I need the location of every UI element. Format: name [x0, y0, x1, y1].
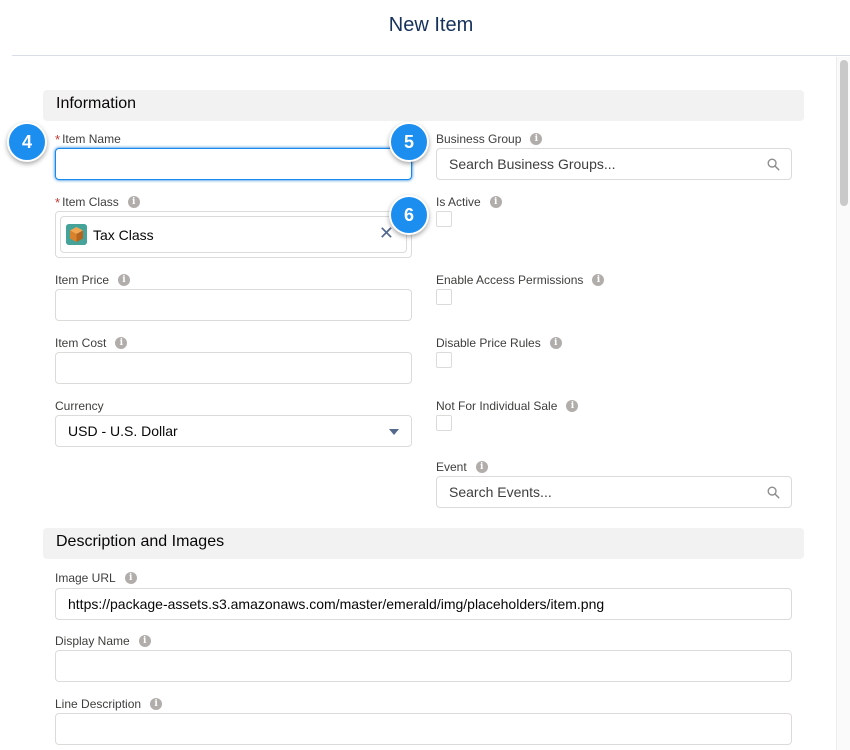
- business-group-placeholder: Search Business Groups...: [449, 156, 616, 172]
- event-search-input[interactable]: Search Events...: [436, 476, 792, 508]
- currency-label: Currency: [55, 399, 104, 413]
- event-placeholder: Search Events...: [449, 484, 552, 500]
- item-cost-label: Item Cost i: [55, 336, 128, 350]
- enable-access-permissions-label: Enable Access Permissions i: [436, 273, 605, 287]
- business-group-search-input[interactable]: Search Business Groups...: [436, 148, 792, 180]
- image-url-label: Image URL i: [55, 571, 137, 585]
- search-icon[interactable]: [767, 486, 780, 499]
- info-icon[interactable]: i: [118, 274, 131, 286]
- info-icon[interactable]: i: [592, 274, 605, 286]
- section-information: Information: [43, 90, 804, 121]
- header-divider: [12, 55, 850, 56]
- display-name-label-text: Display Name: [55, 634, 130, 648]
- callout-5: 5: [389, 122, 429, 162]
- currency-label-text: Currency: [55, 399, 104, 413]
- item-cost-input[interactable]: [55, 352, 412, 384]
- not-for-individual-sale-label-text: Not For Individual Sale: [436, 399, 558, 413]
- section-title: Information: [56, 95, 137, 112]
- info-icon[interactable]: i: [127, 196, 140, 208]
- not-for-individual-sale-label: Not For Individual Sale i: [436, 399, 579, 413]
- callout-4: 4: [7, 122, 47, 162]
- event-label-text: Event: [436, 460, 467, 474]
- currency-value: USD - U.S. Dollar: [68, 423, 178, 439]
- info-icon[interactable]: i: [489, 196, 502, 208]
- required-mark: *: [55, 131, 61, 147]
- item-class-label-text: Item Class: [62, 195, 119, 209]
- info-icon[interactable]: i: [475, 461, 488, 473]
- disable-price-rules-checkbox[interactable]: [436, 352, 452, 368]
- chevron-down-icon: [389, 429, 399, 435]
- business-group-label-text: Business Group: [436, 132, 522, 146]
- image-url-label-text: Image URL: [55, 571, 116, 585]
- image-url-input[interactable]: https://package-assets.s3.amazonaws.com/…: [55, 588, 792, 620]
- search-icon[interactable]: [767, 158, 780, 171]
- scrollbar-thumb[interactable]: [840, 60, 848, 206]
- scrollbar[interactable]: [836, 57, 850, 750]
- info-icon[interactable]: i: [566, 400, 579, 412]
- item-name-label-text: Item Name: [62, 132, 121, 146]
- disable-price-rules-label: Disable Price Rules i: [436, 336, 562, 350]
- business-group-label: Business Group i: [436, 132, 543, 146]
- item-price-label-text: Item Price: [55, 273, 110, 287]
- display-name-input[interactable]: [55, 650, 792, 682]
- item-class-pill-label: Tax Class: [93, 227, 154, 243]
- item-price-label: Item Price i: [55, 273, 131, 287]
- item-cost-label-text: Item Cost: [55, 336, 107, 350]
- event-label: Event i: [436, 460, 488, 474]
- line-description-input[interactable]: [55, 713, 792, 745]
- info-icon[interactable]: i: [115, 337, 128, 349]
- item-name-label: * Item Name: [55, 131, 121, 147]
- modal-title: New Item: [388, 14, 474, 36]
- currency-select[interactable]: USD - U.S. Dollar: [55, 415, 412, 447]
- box-icon: [66, 224, 87, 245]
- disable-price-rules-label-text: Disable Price Rules: [436, 336, 541, 350]
- display-name-label: Display Name i: [55, 634, 151, 648]
- info-icon[interactable]: i: [530, 133, 543, 145]
- info-icon[interactable]: i: [124, 572, 137, 584]
- info-icon[interactable]: i: [549, 337, 562, 349]
- required-mark: *: [55, 194, 61, 210]
- item-price-input[interactable]: [55, 289, 412, 321]
- modal-header: New Item: [0, 0, 850, 55]
- section-title: Description and Images: [56, 533, 225, 550]
- image-url-value: https://package-assets.s3.amazonaws.com/…: [68, 596, 605, 612]
- item-class-pill[interactable]: Tax Class ✕: [60, 216, 407, 253]
- callout-6: 6: [389, 195, 429, 235]
- info-icon[interactable]: i: [150, 698, 163, 710]
- not-for-individual-sale-checkbox[interactable]: [436, 415, 452, 431]
- is-active-label-text: Is Active: [436, 195, 481, 209]
- is-active-checkbox[interactable]: [436, 211, 452, 227]
- line-description-label-text: Line Description: [55, 697, 142, 711]
- enable-access-permissions-checkbox[interactable]: [436, 289, 452, 305]
- item-name-input[interactable]: [55, 148, 412, 180]
- line-description-label: Line Description i: [55, 697, 163, 711]
- section-description-images: Description and Images: [43, 528, 804, 559]
- item-class-label: * Item Class i: [55, 194, 140, 210]
- is-active-label: Is Active i: [436, 195, 502, 209]
- info-icon[interactable]: i: [138, 635, 151, 647]
- close-icon[interactable]: ✕: [379, 224, 394, 242]
- item-class-lookup[interactable]: Tax Class ✕: [55, 211, 412, 258]
- enable-access-permissions-label-text: Enable Access Permissions: [436, 273, 584, 287]
